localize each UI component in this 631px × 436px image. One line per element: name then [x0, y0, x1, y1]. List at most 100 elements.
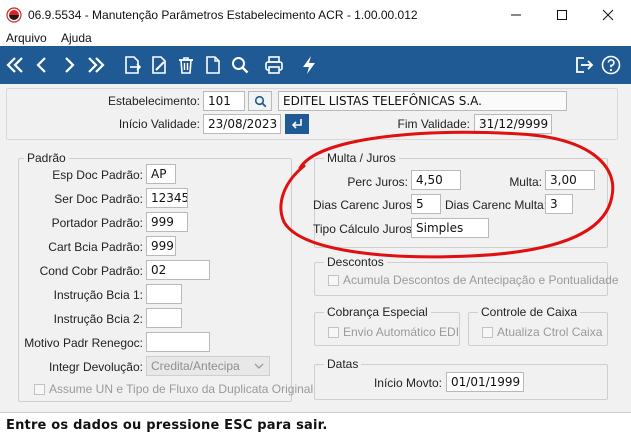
help-icon — [601, 55, 621, 75]
estabelecimento-name-field: EDITEL LISTAS TELEFÔNICAS S.A. — [278, 91, 567, 111]
edit-icon — [152, 56, 166, 74]
acumula-descontos-label: Acumula Descontos de Antecipação e Pontu… — [343, 273, 619, 287]
print-button[interactable] — [261, 52, 287, 78]
menu-arquivo[interactable]: Arquivo — [6, 31, 47, 45]
multa-label: Multa: — [509, 175, 542, 189]
fim-validade-field: 31/12/9999 — [474, 114, 552, 134]
goto-button[interactable] — [119, 52, 145, 78]
last-record-button[interactable] — [83, 52, 109, 78]
portador-label: Portador Padrão: — [51, 216, 143, 230]
cond-cobr-label: Cond Cobr Padrão: — [39, 264, 143, 278]
delete-button[interactable] — [173, 52, 199, 78]
dias-carenc-multa-field[interactable]: 3 — [545, 194, 573, 214]
assume-un-checkbox[interactable] — [34, 383, 45, 395]
print-icon — [265, 56, 283, 74]
window-title: 06.9.5534 - Manutenção Parâmetros Estabe… — [28, 8, 418, 22]
help-button[interactable] — [598, 52, 624, 78]
datas-group-title: Datas — [324, 357, 362, 371]
motivo-renegoc-label: Motivo Padr Renegoc: — [24, 336, 143, 350]
cart-bcia-field[interactable]: 999 — [146, 236, 176, 256]
exit-icon — [576, 57, 594, 73]
previous-icon — [36, 57, 46, 73]
integr-devolucao-select[interactable]: Credita/Antecipa — [146, 356, 270, 376]
execute-button[interactable] — [296, 52, 322, 78]
enter-icon — [291, 119, 302, 129]
perc-juros-label: Perc Juros: — [347, 175, 408, 189]
status-message: Entre os dados ou pressione ESC para sai… — [6, 418, 328, 433]
chevron-down-icon — [254, 363, 264, 369]
inicio-movto-label: Início Movto: — [373, 376, 442, 390]
envio-edi-row[interactable]: Envio Automático EDI — [328, 325, 459, 339]
instrucao-bcia-1-field[interactable] — [146, 284, 182, 304]
controle-caixa-group-title: Controle de Caixa — [478, 305, 581, 319]
ser-doc-field[interactable]: 12345 — [146, 188, 188, 208]
estabelecimento-code-field[interactable]: 101 — [203, 91, 245, 111]
maximize-button[interactable] — [539, 0, 585, 30]
dias-carenc-multa-label: Dias Carenc Multa: — [445, 198, 548, 212]
confirm-date-button[interactable] — [285, 114, 309, 134]
first-icon — [6, 57, 23, 73]
instrucao-bcia-1-label: Instrução Bcia 1: — [53, 288, 143, 302]
form-area: Estabelecimento: 101 EDITEL LISTAS TELEF… — [0, 84, 631, 412]
acumula-descontos-row[interactable]: Acumula Descontos de Antecipação e Pontu… — [328, 273, 619, 287]
ser-doc-label: Ser Doc Padrão: — [54, 192, 143, 206]
close-button[interactable] — [585, 0, 631, 30]
exit-button[interactable] — [571, 52, 597, 78]
acumula-descontos-checkbox[interactable] — [328, 274, 339, 286]
delete-icon — [179, 57, 193, 74]
motivo-renegoc-field[interactable] — [146, 332, 210, 352]
inicio-validade-field[interactable]: 23/08/2023 — [203, 114, 281, 134]
search-icon — [254, 95, 266, 107]
dias-carenc-juros-field[interactable]: 5 — [411, 194, 441, 214]
menu-ajuda[interactable]: Ajuda — [61, 31, 92, 45]
assume-un-label: Assume UN e Tipo de Fluxo da Duplicata O… — [49, 382, 314, 396]
cobranca-especial-group-title: Cobrança Especial — [324, 305, 431, 319]
inicio-movto-field[interactable]: 01/01/1999 — [446, 372, 524, 392]
esp-doc-field[interactable]: AP — [146, 164, 176, 184]
integr-devolucao-label: Integr Devolução: — [48, 360, 143, 374]
previous-record-button[interactable] — [29, 52, 55, 78]
envio-edi-label: Envio Automático EDI — [343, 325, 460, 339]
first-record-button[interactable] — [2, 52, 28, 78]
title-bar: 06.9.5534 - Manutenção Parâmetros Estabe… — [0, 0, 631, 30]
instrucao-bcia-2-field[interactable] — [146, 308, 182, 328]
assume-un-checkbox-row[interactable]: Assume UN e Tipo de Fluxo da Duplicata O… — [34, 382, 313, 396]
new-document-button[interactable] — [200, 52, 226, 78]
multa-field[interactable]: 3,00 — [545, 170, 595, 190]
portador-field[interactable]: 999 — [146, 212, 188, 232]
cond-cobr-field[interactable]: 02 — [146, 260, 210, 280]
cart-bcia-label: Cart Bcia Padrão: — [48, 240, 143, 254]
multa-juros-group-title: Multa / Juros — [324, 151, 399, 165]
minimize-icon — [511, 14, 521, 16]
last-icon — [88, 57, 105, 73]
tipo-calculo-field[interactable]: Simples — [411, 218, 489, 238]
tipo-calculo-label: Tipo Cálculo Juros: — [313, 222, 416, 236]
inicio-validade-label: Início Validade: — [118, 117, 200, 131]
estabelecimento-search-button[interactable] — [248, 91, 272, 111]
goto-icon — [125, 56, 142, 74]
status-bar: Entre os dados ou pressione ESC para sai… — [0, 412, 631, 436]
fim-validade-label: Fim Validade: — [397, 117, 470, 131]
minimize-button[interactable] — [493, 0, 539, 30]
perc-juros-field[interactable]: 4,50 — [411, 170, 461, 190]
dias-carenc-juros-label: Dias Carenc Juros: — [313, 198, 416, 212]
next-record-button[interactable] — [56, 52, 82, 78]
atualiza-caixa-checkbox[interactable] — [482, 326, 493, 338]
search-icon — [232, 57, 249, 74]
search-button[interactable] — [227, 52, 253, 78]
maximize-icon — [557, 10, 567, 20]
envio-edi-checkbox[interactable] — [328, 326, 339, 338]
integr-devolucao-value: Credita/Antecipa — [151, 359, 240, 373]
instrucao-bcia-2-label: Instrução Bcia 2: — [53, 312, 143, 326]
menu-bar: Arquivo Ajuda — [0, 30, 631, 46]
estabelecimento-label: Estabelecimento: — [107, 94, 200, 108]
toolbar — [0, 46, 631, 84]
esp-doc-label: Esp Doc Padrão: — [52, 168, 143, 182]
close-icon — [602, 9, 614, 21]
edit-button[interactable] — [146, 52, 172, 78]
new-document-icon — [206, 56, 220, 74]
atualiza-caixa-row[interactable]: Atualiza Ctrol Caixa — [482, 325, 602, 339]
next-icon — [65, 57, 75, 73]
app-icon — [6, 7, 22, 23]
padrao-group-title: Padrão — [24, 151, 69, 165]
